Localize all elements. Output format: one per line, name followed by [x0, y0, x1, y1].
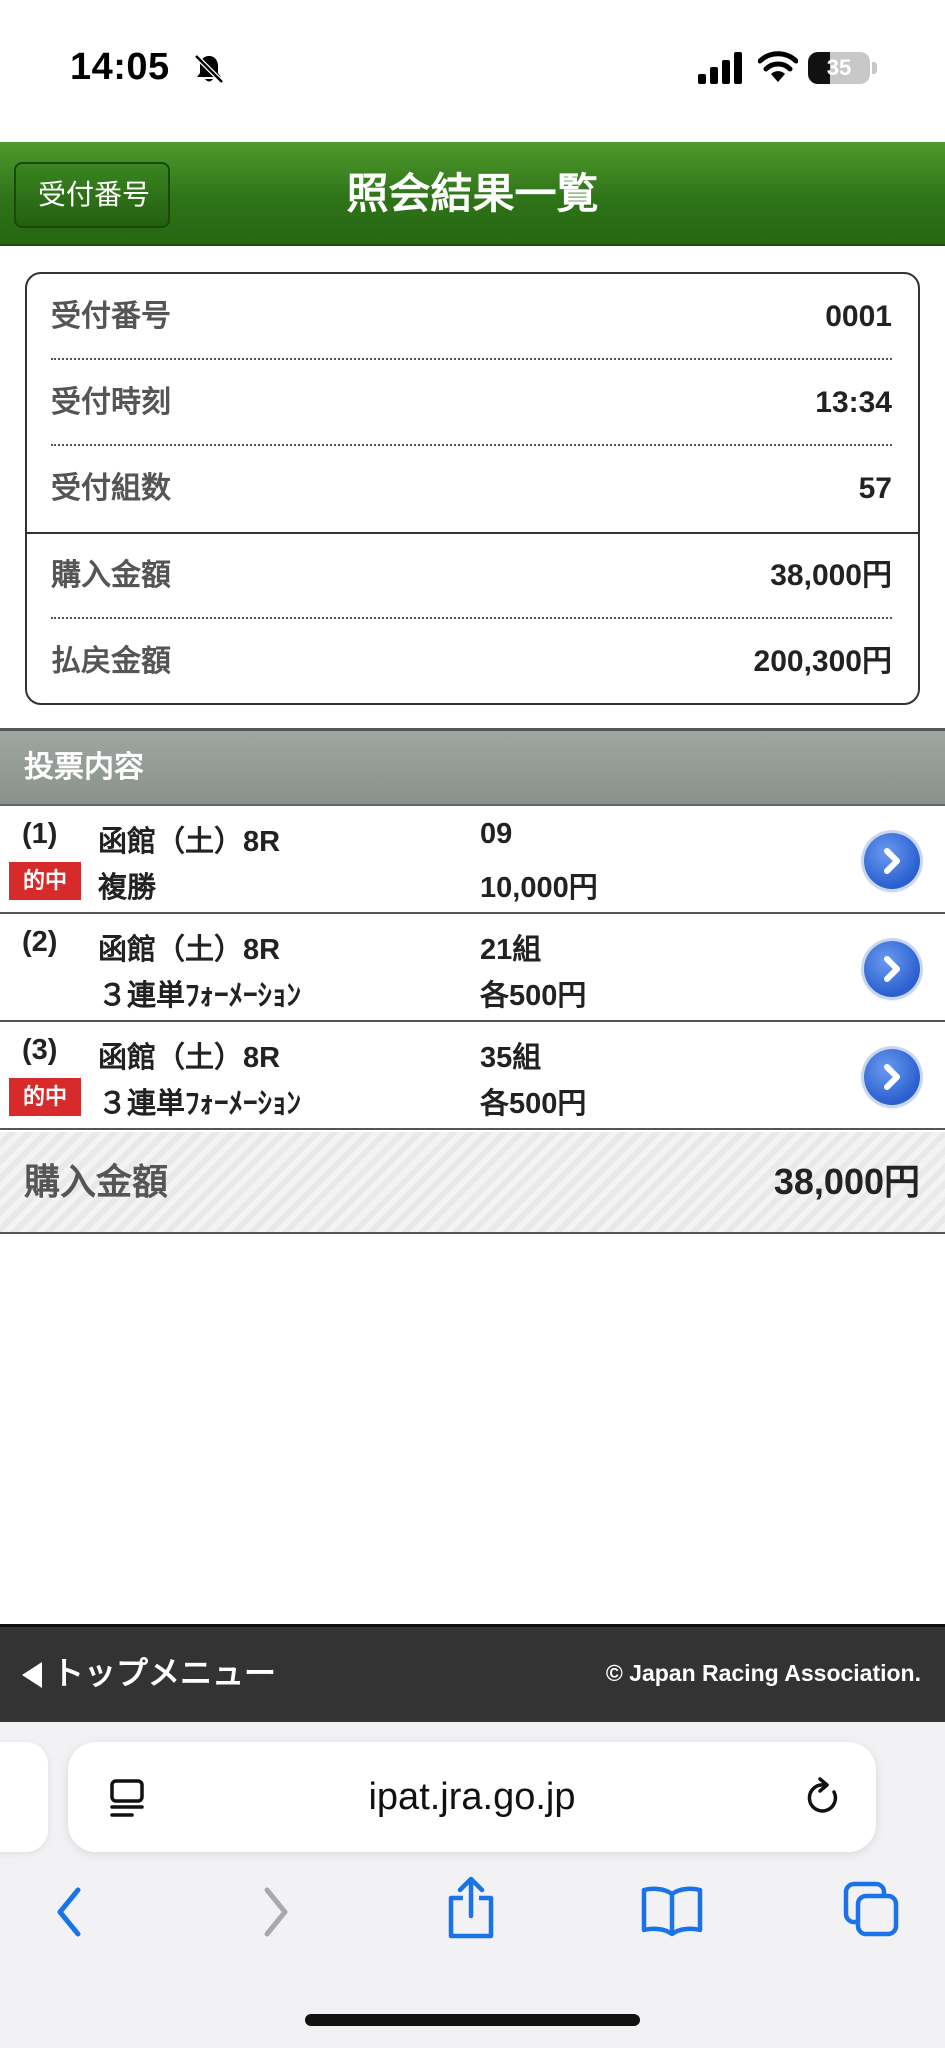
page-title: 照会結果一覧 — [346, 170, 599, 217]
chevron-right-icon[interactable] — [255, 1882, 295, 1942]
bet-row[interactable]: (1) 的中 函館（土）8R 複勝 09 10,000円 — [0, 806, 945, 914]
copyright-text: © Japan Racing Association. — [605, 1660, 921, 1686]
bet-list: (1) 的中 函館（土）8R 複勝 09 10,000円 (2) 函館（土）8R… — [0, 806, 945, 1130]
page-header: 受付番号 照会結果一覧 — [0, 142, 945, 246]
chevron-left-icon[interactable] — [50, 1882, 90, 1942]
bet-row[interactable]: (2) 函館（土）8R ３連単ﾌｫｰﾒｰｼｮﾝ 21組 各500円 — [0, 914, 945, 1022]
hit-badge: 的中 — [9, 1078, 81, 1116]
summary-value: 13:34 — [815, 386, 892, 419]
share-icon[interactable] — [445, 1874, 497, 1940]
address-bar[interactable]: ipat.jra.go.jp — [68, 1742, 876, 1852]
url-text: ipat.jra.go.jp — [368, 1776, 576, 1818]
bet-amount: 10,000円 — [480, 872, 598, 904]
summary-value: 0001 — [825, 300, 892, 333]
site-footer: トップメニュー © Japan Racing Association. — [0, 1624, 945, 1722]
summary-label: 受付番号 — [51, 300, 171, 333]
summary-row-purchase-amount: 購入金額 38,000円 — [51, 533, 892, 619]
battery-level: 35 — [826, 55, 852, 80]
total-value: 38,000円 — [773, 1161, 920, 1202]
bet-index: (3) — [22, 1034, 58, 1066]
bet-row[interactable]: (3) 的中 函館（土）8R ３連単ﾌｫｰﾒｰｼｮﾝ 35組 各500円 — [0, 1022, 945, 1130]
previous-tab-preview[interactable] — [0, 1742, 48, 1852]
status-time: 14:05 — [70, 46, 170, 88]
wifi-icon — [758, 51, 798, 82]
chevron-right-circle-icon[interactable] — [864, 833, 920, 889]
tabs-icon[interactable] — [842, 1880, 900, 1938]
chevron-right-circle-icon[interactable] — [864, 1049, 920, 1105]
summary-row-payout-amount: 払戻金額 200,300円 — [51, 619, 892, 705]
reload-icon[interactable] — [804, 1776, 844, 1820]
summary-card: 受付番号 0001 受付時刻 13:34 受付組数 57 購入金額 38,000… — [25, 272, 920, 705]
chevron-right-circle-icon[interactable] — [864, 941, 920, 997]
bet-race: 函館（土）8R — [98, 826, 281, 858]
summary-value: 57 — [858, 472, 892, 505]
summary-row-combination-count: 受付組数 57 — [51, 446, 892, 532]
summary-value: 38,000円 — [770, 559, 892, 592]
bet-amount: 各500円 — [480, 980, 587, 1012]
bet-selection: 21組 — [480, 934, 542, 966]
summary-label: 払戻金額 — [51, 645, 171, 678]
bet-type: ３連単ﾌｫｰﾒｰｼｮﾝ — [98, 980, 302, 1012]
summary-row-receipt-time: 受付時刻 13:34 — [51, 360, 892, 446]
bookmarks-icon[interactable] — [640, 1882, 704, 1938]
section-header-bet-contents: 投票内容 — [0, 728, 945, 806]
top-menu-label: トップメニュー — [52, 1655, 277, 1691]
summary-label: 購入金額 — [51, 559, 171, 592]
home-indicator — [305, 2014, 640, 2026]
bet-amount: 各500円 — [480, 1088, 587, 1120]
bet-type: 複勝 — [98, 872, 157, 904]
bet-index: (2) — [22, 926, 58, 958]
summary-row-receipt-number: 受付番号 0001 — [51, 274, 892, 360]
total-bar: 購入金額 38,000円 — [0, 1132, 945, 1234]
bet-selection: 09 — [480, 818, 513, 850]
battery-icon: 35 — [808, 52, 870, 84]
bet-type: ３連単ﾌｫｰﾒｰｼｮﾝ — [98, 1088, 302, 1120]
status-bar: 14:05 35 — [0, 0, 945, 140]
bet-selection: 35組 — [480, 1042, 542, 1074]
summary-label: 受付組数 — [51, 472, 171, 505]
top-menu-link[interactable]: トップメニュー — [22, 1627, 276, 1719]
bet-race: 函館（土）8R — [98, 934, 281, 966]
bell-slash-icon — [194, 54, 224, 84]
bet-race: 函館（土）8R — [98, 1042, 281, 1074]
bet-index: (1) — [22, 818, 58, 850]
signal-icon — [698, 52, 742, 84]
hit-badge: 的中 — [9, 862, 81, 900]
battery-cap — [872, 62, 877, 74]
total-label: 購入金額 — [24, 1161, 169, 1202]
summary-label: 受付時刻 — [51, 386, 171, 419]
triangle-left-icon — [22, 1662, 42, 1688]
browser-toolbar: ipat.jra.go.jp — [0, 1722, 945, 2048]
summary-value: 200,300円 — [753, 645, 892, 678]
